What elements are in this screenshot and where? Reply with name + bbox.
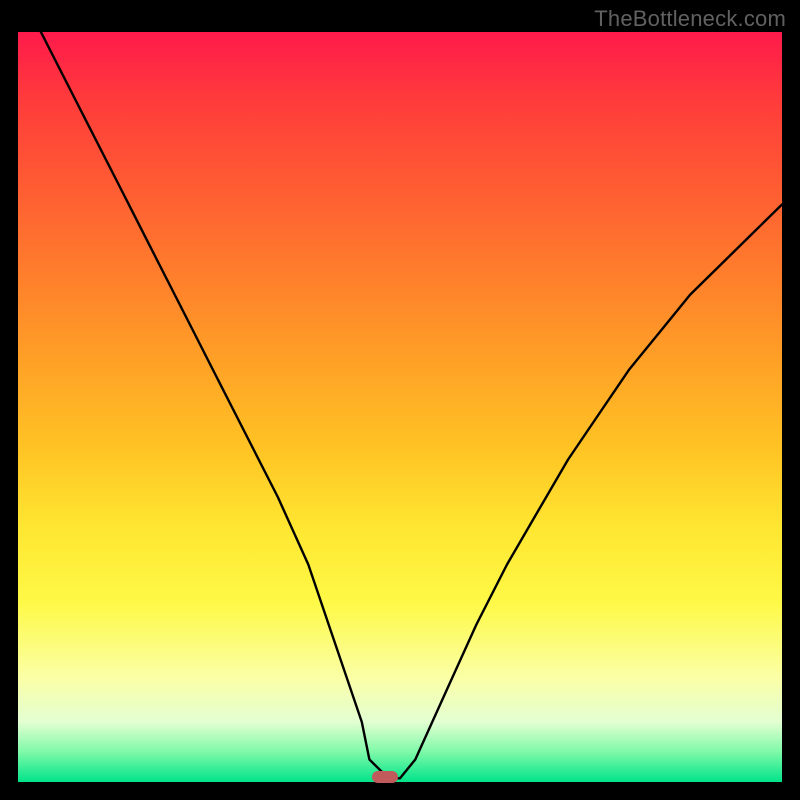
chart-frame: TheBottleneck.com	[0, 0, 800, 800]
plot-area	[18, 32, 782, 782]
curve-svg	[18, 32, 782, 782]
optimal-point-marker	[372, 771, 398, 783]
watermark-text: TheBottleneck.com	[594, 6, 786, 32]
bottleneck-curve	[41, 32, 782, 778]
